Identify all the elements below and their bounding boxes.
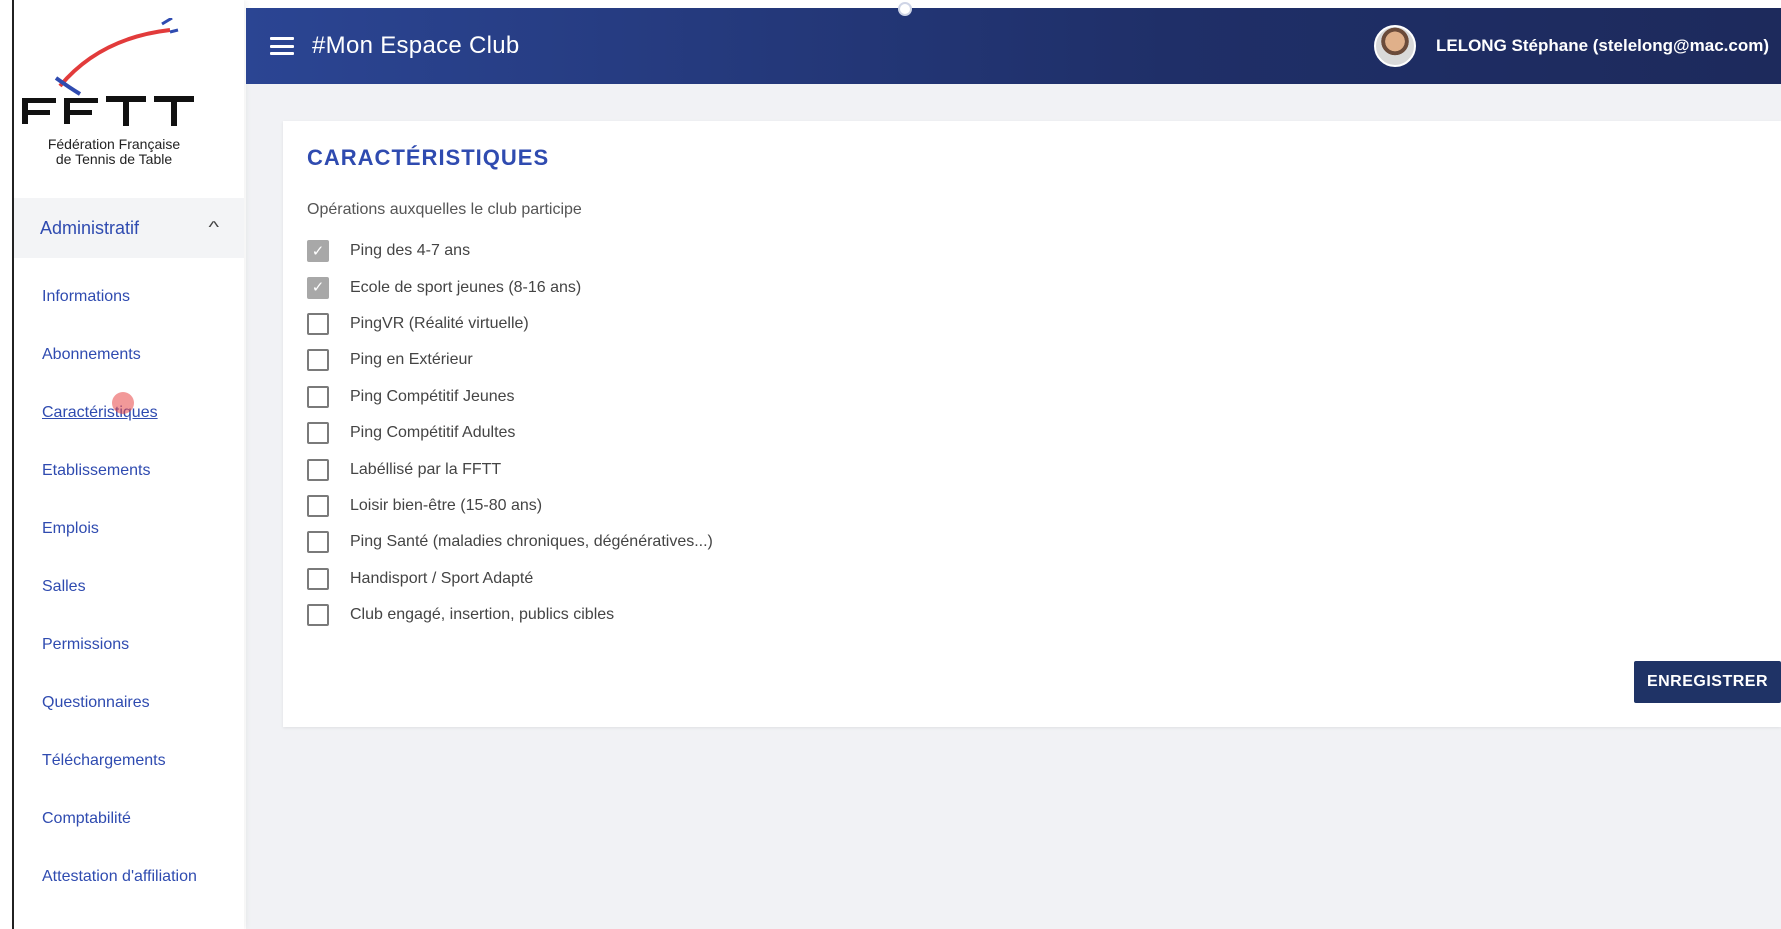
checkbox[interactable] — [307, 494, 329, 517]
top-app-bar: #Mon Espace Club LELONG Stéphane (stelel… — [246, 8, 1781, 84]
logo-text-line2: de Tennis de Table — [55, 151, 173, 167]
sidebar-item-emplois[interactable]: Emplois — [14, 500, 244, 558]
checkbox[interactable] — [307, 604, 329, 627]
avatar — [1373, 25, 1416, 67]
cursor-click-indicator — [112, 392, 134, 414]
option-competitif-adultes[interactable]: Ping Compétitif Adultes — [307, 415, 713, 451]
checkbox[interactable] — [307, 458, 329, 481]
option-pingvr[interactable]: PingVR (Réalité virtuelle) — [307, 306, 713, 342]
option-label: Loisir bien-être (15-80 ans) — [350, 496, 543, 514]
option-labellise-fftt[interactable]: Labéllisé par la FFTT — [307, 451, 713, 487]
user-menu[interactable]: LELONG Stéphane (stelelong@mac.com) — [1373, 8, 1769, 84]
checkbox[interactable] — [307, 349, 329, 372]
option-ping-exterieur[interactable]: Ping en Extérieur — [307, 342, 713, 378]
checkbox[interactable] — [307, 531, 329, 554]
option-ping-4-7[interactable]: ✓ Ping des 4-7 ans — [307, 233, 713, 269]
sidebar-item-permissions[interactable]: Permissions — [14, 616, 244, 674]
sidebar-item-etablissements[interactable]: Etablissements — [14, 442, 244, 500]
checkbox[interactable]: ✓ — [307, 276, 329, 299]
checkbox[interactable]: ✓ — [307, 240, 329, 263]
sidebar-item-abonnements[interactable]: Abonnements — [14, 326, 244, 384]
sidebar-item-informations[interactable]: Informations — [14, 268, 244, 326]
app-title: #Mon Espace Club — [312, 32, 520, 59]
menu-icon[interactable] — [270, 37, 294, 55]
sidebar-item-caracteristiques[interactable]: Caractéristiques — [14, 384, 244, 442]
sidebar-item-questionnaires[interactable]: Questionnaires — [14, 674, 244, 732]
option-label: Ping des 4-7 ans — [350, 242, 471, 260]
sidebar-item-attestation[interactable]: Attestation d'affiliation — [14, 848, 244, 906]
option-club-engage[interactable]: Club engagé, insertion, publics cibles — [307, 597, 713, 633]
user-name: LELONG Stéphane (stelelong@mac.com) — [1435, 36, 1769, 55]
sidebar-item-salles[interactable]: Salles — [14, 558, 244, 616]
option-label: Ping Santé (maladies chroniques, dégénér… — [350, 533, 713, 551]
checkbox[interactable] — [307, 312, 329, 335]
logo-text-line1: Fédération Française — [47, 136, 181, 152]
option-label: Handisport / Sport Adapté — [350, 569, 534, 587]
option-handisport[interactable]: Handisport / Sport Adapté — [307, 561, 713, 597]
option-loisir-bien-etre[interactable]: Loisir bien-être (15-80 ans) — [307, 488, 713, 524]
option-label: Ping en Extérieur — [350, 351, 473, 369]
checkbox[interactable] — [307, 422, 329, 445]
option-label: PingVR (Réalité virtuelle) — [350, 314, 529, 332]
fftt-logo: Fédération Française de Tennis de Table — [14, 10, 244, 170]
checkbox[interactable] — [307, 385, 329, 408]
checkbox[interactable] — [307, 567, 329, 590]
option-label: Ecole de sport jeunes (8-16 ans) — [350, 278, 582, 296]
option-label: Ping Compétitif Adultes — [350, 424, 516, 442]
sidebar: Fédération Française de Tennis de Table … — [14, 0, 244, 929]
sidebar-item-telechargements[interactable]: Téléchargements — [14, 732, 244, 790]
option-label: Club engagé, insertion, publics cibles — [350, 606, 615, 624]
fftt-logo-mark — [22, 18, 194, 126]
chevron-up-icon: ^ — [208, 219, 220, 236]
option-competitif-jeunes[interactable]: Ping Compétitif Jeunes — [307, 379, 713, 415]
window-resize-handle — [898, 2, 912, 16]
page-title: CARACTÉRISTIQUES — [307, 145, 550, 170]
sidebar-item-comptabilite[interactable]: Comptabilité — [14, 790, 244, 848]
save-button[interactable]: ENREGISTRER — [1634, 661, 1781, 703]
operations-checkbox-list: ✓ Ping des 4-7 ans ✓ Ecole de sport jeun… — [307, 233, 713, 633]
operations-subtitle: Opérations auxquelles le club participe — [307, 201, 582, 218]
sidebar-section-label: Administratif — [40, 217, 140, 238]
sidebar-menu: Informations Abonnements Caractéristique… — [14, 268, 244, 906]
option-ecole-sport[interactable]: ✓ Ecole de sport jeunes (8-16 ans) — [307, 269, 713, 305]
sidebar-section-administratif[interactable]: Administratif ^ — [14, 198, 244, 258]
characteristics-card: CARACTÉRISTIQUES Opérations auxquelles l… — [283, 121, 1781, 727]
option-label: Ping Compétitif Jeunes — [350, 387, 515, 405]
option-ping-sante[interactable]: Ping Santé (maladies chroniques, dégénér… — [307, 524, 713, 560]
option-label: Labéllisé par la FFTT — [350, 460, 502, 478]
